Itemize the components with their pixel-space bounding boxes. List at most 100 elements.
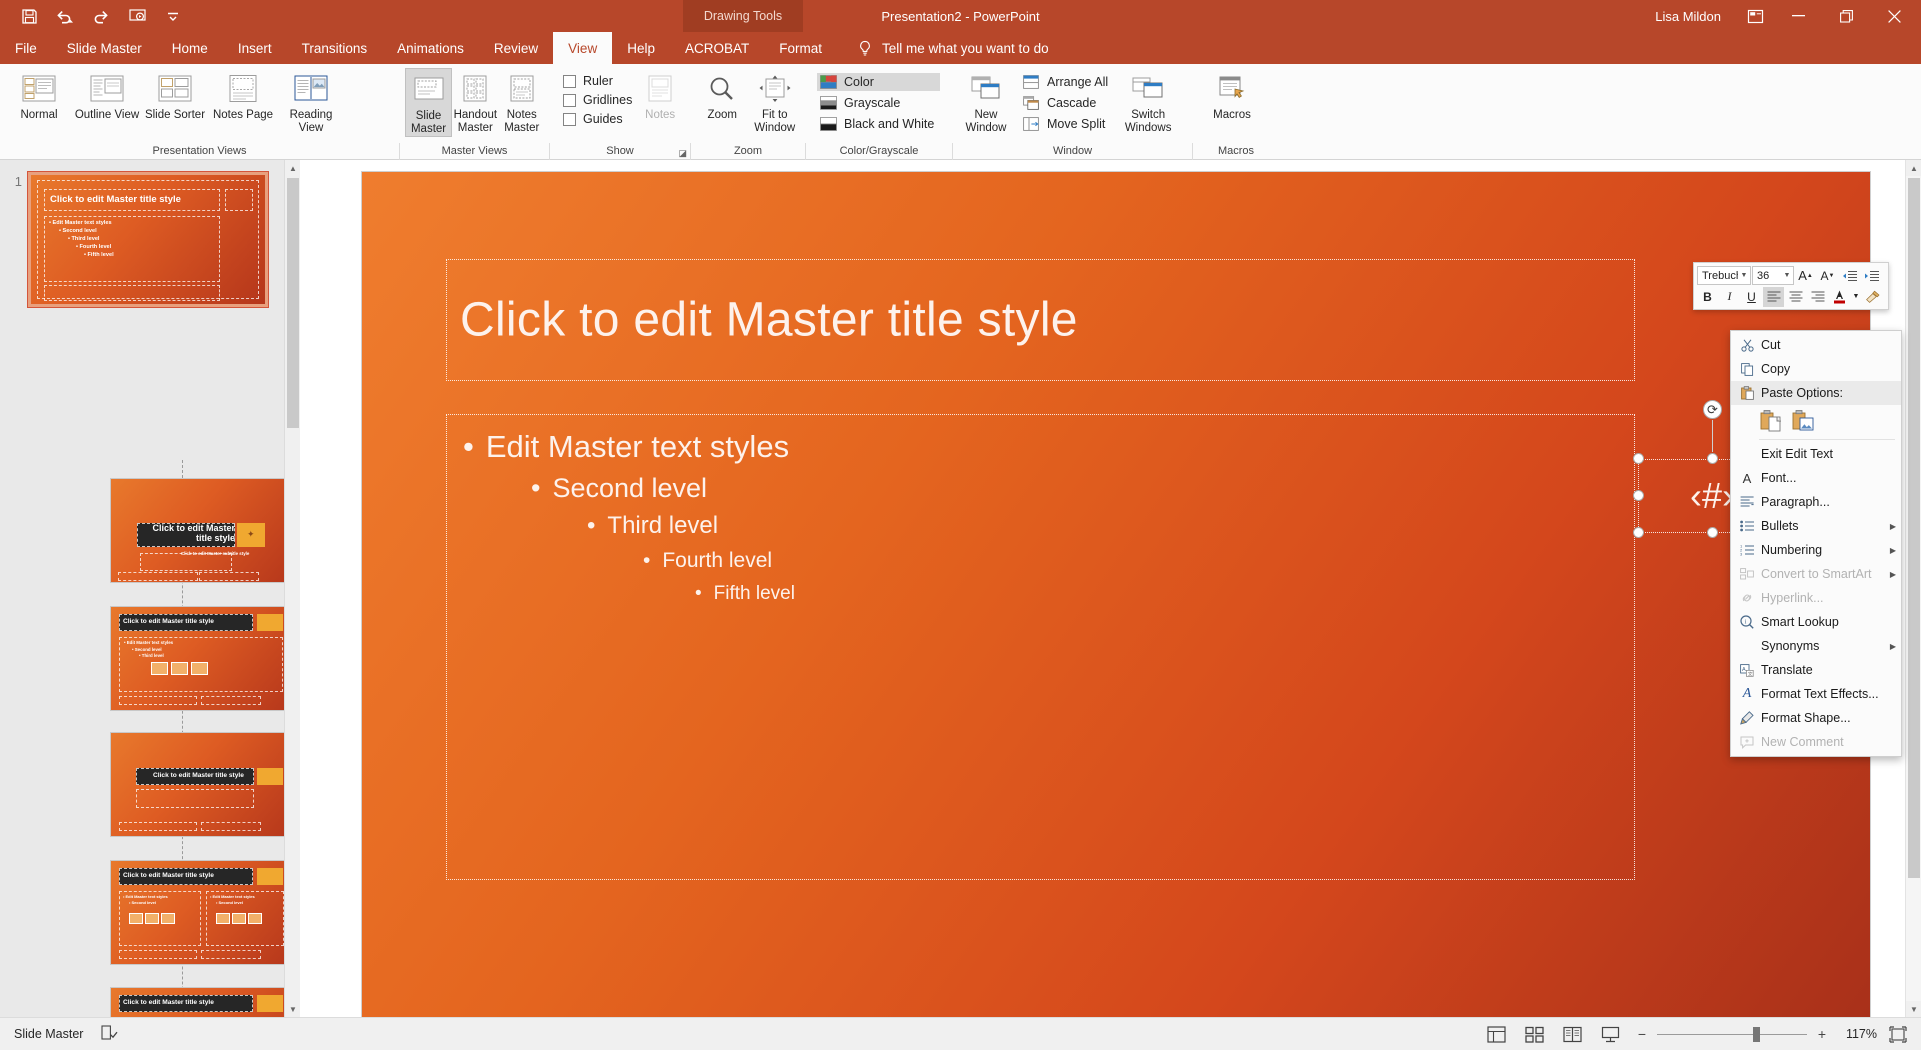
undo-icon[interactable]: [50, 2, 80, 30]
context-menu-item-bullets[interactable]: Bullets ▶: [1731, 514, 1901, 538]
restore-icon[interactable]: [1823, 0, 1869, 32]
thumbnail-item-1[interactable]: 1 Click to edit Master title style • Edi…: [4, 171, 269, 308]
resize-handle-top-left[interactable]: [1633, 453, 1644, 464]
guides-checkbox[interactable]: Guides: [563, 112, 632, 126]
switch-windows-button[interactable]: Switch Windows: [1114, 68, 1182, 135]
context-menu-item-cut[interactable]: Cut: [1731, 333, 1901, 357]
align-center-button[interactable]: [1785, 287, 1806, 307]
slide-canvas[interactable]: Click to edit Master title style • Edit …: [362, 172, 1870, 1034]
bold-button[interactable]: B: [1697, 287, 1718, 307]
resize-handle-top-center[interactable]: [1707, 453, 1718, 464]
slide-sorter-button[interactable]: Slide Sorter: [141, 68, 209, 122]
scroll-down-arrow-icon[interactable]: ▼: [285, 1001, 300, 1017]
font-size-combo[interactable]: 36 ▼: [1752, 266, 1794, 285]
context-menu-item-translate[interactable]: A文 Translate: [1731, 658, 1901, 682]
normal-view-button[interactable]: [1479, 1021, 1513, 1047]
body-placeholder[interactable]: • Edit Master text styles • Second level…: [446, 414, 1635, 880]
user-account-name[interactable]: Lisa Mildon: [1641, 9, 1735, 24]
thumbnail-layout-comparison[interactable]: Click to edit Master title style Edit Ma…: [110, 987, 284, 1017]
increase-font-size-button[interactable]: A ▲: [1795, 266, 1816, 286]
fit-slide-to-window-button[interactable]: [1885, 1022, 1911, 1046]
context-menu-item-numbering[interactable]: 123 Numbering ▶: [1731, 538, 1901, 562]
accessibility-checker-icon[interactable]: [101, 1024, 118, 1044]
minimize-icon[interactable]: [1775, 0, 1821, 32]
tab-format[interactable]: Format: [764, 32, 837, 64]
zoom-slider[interactable]: [1657, 1022, 1807, 1046]
thumbnail-item-6[interactable]: Click to edit Master title style Edit Ma…: [110, 987, 284, 1017]
title-placeholder[interactable]: Click to edit Master title style: [446, 259, 1635, 381]
paste-keep-source-formatting-icon[interactable]: [1759, 408, 1783, 434]
thumbnail-pane-scrollbar[interactable]: ▲ ▼: [284, 160, 300, 1017]
thumbnail-layout-title[interactable]: Click to edit Master title style ✦ Click…: [110, 478, 284, 583]
macros-button[interactable]: Macros: [1198, 68, 1266, 122]
context-menu-item-paste-options[interactable]: Paste Options:: [1731, 381, 1901, 405]
decrease-indent-button[interactable]: [1839, 266, 1860, 286]
zoom-in-button[interactable]: +: [1811, 1022, 1833, 1046]
context-menu[interactable]: Cut Copy Paste Options: Exit Edit Text A…: [1730, 330, 1902, 757]
decrease-font-size-button[interactable]: A ▼: [1817, 266, 1838, 286]
arrange-all-button[interactable]: Arrange All: [1020, 73, 1114, 91]
editor-scroll-up-arrow-icon[interactable]: ▲: [1906, 160, 1921, 176]
thumbnail-layout-title-content[interactable]: Click to edit Master title style • Edit …: [110, 606, 284, 711]
paste-picture-icon[interactable]: [1791, 408, 1815, 434]
context-menu-item-format-shape[interactable]: Format Shape...: [1731, 706, 1901, 730]
editor-scrollbar-thumb[interactable]: [1908, 178, 1920, 878]
move-split-button[interactable]: Move Split: [1020, 115, 1114, 133]
tell-me-search[interactable]: Tell me what you want to do: [837, 32, 1049, 64]
redo-icon[interactable]: [86, 2, 116, 30]
editor-scroll-down-arrow-icon[interactable]: ▼: [1906, 1001, 1921, 1017]
slide-show-button[interactable]: [1593, 1021, 1627, 1047]
cascade-button[interactable]: Cascade: [1020, 94, 1114, 112]
align-left-button[interactable]: [1763, 286, 1784, 307]
underline-button[interactable]: U: [1741, 287, 1762, 307]
font-name-combo[interactable]: Trebuch ▼: [1697, 266, 1751, 285]
thumbnail-layout-section[interactable]: Click to edit Master title style: [110, 732, 284, 837]
tab-review[interactable]: Review: [479, 32, 553, 64]
editor-vertical-scrollbar[interactable]: ▲ ▼: [1905, 160, 1921, 1017]
tab-home[interactable]: Home: [157, 32, 223, 64]
tab-animations[interactable]: Animations: [382, 32, 479, 64]
thumbnail-layout-two-content[interactable]: Click to edit Master title style • Edit …: [110, 860, 284, 965]
context-menu-item-smart-lookup[interactable]: i Smart Lookup: [1731, 610, 1901, 634]
context-menu-item-synonyms[interactable]: Synonyms ▶: [1731, 634, 1901, 658]
notes-page-button[interactable]: Notes Page: [209, 68, 277, 122]
thumbnail-slide-master[interactable]: Click to edit Master title style • Edit …: [27, 171, 269, 308]
zoom-percent-label[interactable]: 117%: [1837, 1027, 1881, 1041]
align-right-button[interactable]: [1807, 287, 1828, 307]
fit-to-window-button[interactable]: Fit to Window: [749, 68, 802, 135]
context-menu-item-format-text-effects[interactable]: A Format Text Effects...: [1731, 682, 1901, 706]
color-mode-black-and-white[interactable]: Black and White: [817, 115, 940, 133]
thumbnail-item-3[interactable]: Click to edit Master title style • Edit …: [110, 606, 284, 711]
new-window-button[interactable]: New Window: [958, 68, 1014, 135]
resize-handle-bottom-left[interactable]: [1633, 527, 1644, 538]
resize-handle-bottom-center[interactable]: [1707, 527, 1718, 538]
color-mode-grayscale[interactable]: Grayscale: [817, 94, 940, 112]
zoom-slider-knob[interactable]: [1753, 1026, 1760, 1042]
resize-handle-middle-left[interactable]: [1633, 490, 1644, 501]
context-menu-item-copy[interactable]: Copy: [1731, 357, 1901, 381]
scrollbar-thumb[interactable]: [287, 178, 299, 428]
thumbnail-item-2[interactable]: Click to edit Master title style ✦ Click…: [110, 478, 284, 583]
tab-transitions[interactable]: Transitions: [287, 32, 383, 64]
format-painter-button[interactable]: [1862, 287, 1883, 307]
rotate-handle-icon[interactable]: ⟳: [1703, 400, 1722, 419]
tab-view[interactable]: View: [553, 32, 613, 64]
zoom-out-button[interactable]: −: [1631, 1022, 1653, 1046]
notes-master-button[interactable]: Notes Master: [499, 68, 545, 135]
ruler-checkbox[interactable]: Ruler: [563, 74, 632, 88]
scroll-up-arrow-icon[interactable]: ▲: [285, 160, 300, 176]
reading-view-button[interactable]: Reading View: [277, 68, 345, 135]
tab-insert[interactable]: Insert: [223, 32, 287, 64]
tab-help[interactable]: Help: [612, 32, 670, 64]
close-icon[interactable]: [1871, 0, 1917, 32]
outline-view-button[interactable]: Outline View: [73, 68, 141, 122]
increase-indent-button[interactable]: [1861, 266, 1882, 286]
handout-master-button[interactable]: Handout Master: [452, 68, 498, 135]
normal-view-button[interactable]: Normal: [5, 68, 73, 122]
context-menu-item-paragraph[interactable]: Paragraph...: [1731, 490, 1901, 514]
reading-view-button[interactable]: [1555, 1021, 1589, 1047]
start-from-beginning-icon[interactable]: [122, 2, 152, 30]
customize-quick-access-toolbar-icon[interactable]: [158, 2, 188, 30]
tab-acrobat[interactable]: ACROBAT: [670, 32, 764, 64]
mini-formatting-toolbar[interactable]: Trebuch ▼ 36 ▼ A ▲ A ▼ B I U ▼: [1693, 262, 1889, 310]
